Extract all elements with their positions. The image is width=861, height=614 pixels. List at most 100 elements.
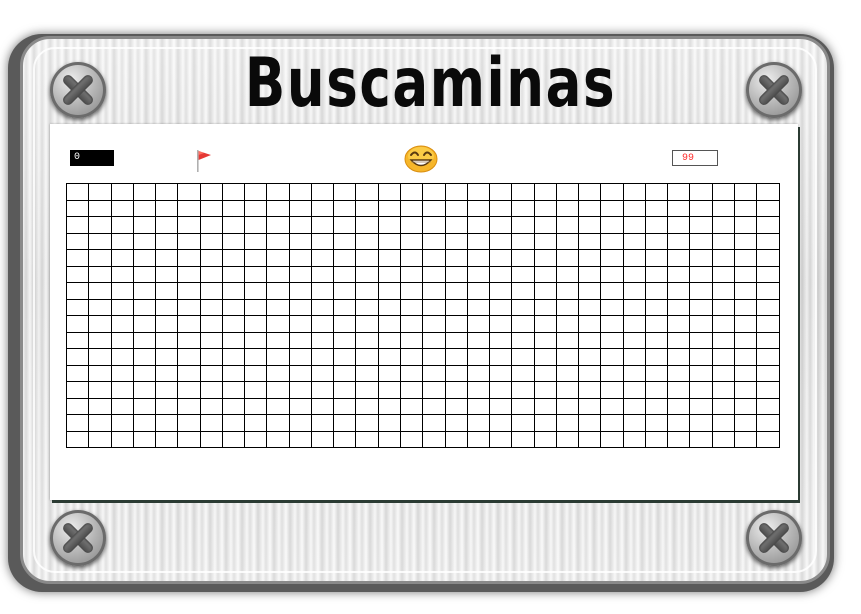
grid-cell[interactable] — [289, 200, 312, 217]
grid-cell[interactable] — [690, 431, 713, 448]
grid-cell[interactable] — [178, 382, 201, 399]
grid-cell[interactable] — [400, 184, 424, 201]
grid-cell[interactable] — [133, 200, 157, 217]
grid-cell[interactable] — [222, 233, 246, 250]
grid-cell[interactable] — [89, 266, 112, 283]
grid-cell[interactable] — [400, 266, 424, 283]
grid-cell[interactable] — [178, 233, 201, 250]
grid-cell[interactable] — [579, 217, 602, 234]
grid-cell[interactable] — [356, 316, 379, 333]
grid-cell[interactable] — [334, 398, 357, 415]
grid-cell[interactable] — [579, 233, 602, 250]
grid-cell[interactable] — [111, 266, 134, 283]
grid-cell[interactable] — [490, 299, 513, 316]
grid-cell[interactable] — [534, 365, 557, 382]
grid-cell[interactable] — [156, 332, 179, 349]
grid-cell[interactable] — [67, 283, 90, 300]
grid-cell[interactable] — [467, 316, 491, 333]
grid-cell[interactable] — [556, 332, 580, 349]
grid-cell[interactable] — [111, 332, 134, 349]
grid-cell[interactable] — [156, 382, 179, 399]
grid-cell[interactable] — [200, 283, 223, 300]
grid-cell[interactable] — [378, 250, 401, 267]
grid-cell[interactable] — [289, 250, 312, 267]
grid-cell[interactable] — [356, 332, 379, 349]
grid-cell[interactable] — [556, 398, 580, 415]
grid-cell[interactable] — [712, 283, 735, 300]
grid-cell[interactable] — [178, 250, 201, 267]
grid-cell[interactable] — [356, 200, 379, 217]
grid-cell[interactable] — [445, 200, 468, 217]
grid-cell[interactable] — [645, 415, 669, 432]
grid-cell[interactable] — [734, 200, 758, 217]
grid-cell[interactable] — [200, 200, 223, 217]
grid-cell[interactable] — [512, 184, 535, 201]
grid-cell[interactable] — [579, 299, 602, 316]
grid-cell[interactable] — [311, 365, 335, 382]
grid-cell[interactable] — [556, 250, 580, 267]
grid-cell[interactable] — [690, 415, 713, 432]
grid-cell[interactable] — [467, 283, 491, 300]
grid-cell[interactable] — [512, 299, 535, 316]
grid-cell[interactable] — [289, 266, 312, 283]
grid-cell[interactable] — [67, 349, 90, 366]
grid-cell[interactable] — [67, 250, 90, 267]
grid-cell[interactable] — [601, 299, 624, 316]
grid-cell[interactable] — [334, 365, 357, 382]
grid-cell[interactable] — [512, 250, 535, 267]
grid-cell[interactable] — [668, 316, 691, 333]
grid-cell[interactable] — [178, 316, 201, 333]
grid-cell[interactable] — [133, 217, 157, 234]
grid-cell[interactable] — [133, 382, 157, 399]
grid-cell[interactable] — [200, 250, 223, 267]
grid-cell[interactable] — [378, 332, 401, 349]
grid-cell[interactable] — [378, 431, 401, 448]
grid-cell[interactable] — [423, 200, 446, 217]
grid-cell[interactable] — [156, 200, 179, 217]
grid-cell[interactable] — [534, 316, 557, 333]
grid-cell[interactable] — [601, 316, 624, 333]
grid-cell[interactable] — [668, 332, 691, 349]
grid-cell[interactable] — [734, 431, 758, 448]
grid-cell[interactable] — [200, 332, 223, 349]
grid-cell[interactable] — [156, 283, 179, 300]
grid-cell[interactable] — [579, 316, 602, 333]
grid-cell[interactable] — [490, 332, 513, 349]
grid-cell[interactable] — [156, 365, 179, 382]
grid-cell[interactable] — [356, 299, 379, 316]
grid-cell[interactable] — [356, 382, 379, 399]
grid-cell[interactable] — [400, 431, 424, 448]
grid-cell[interactable] — [423, 217, 446, 234]
grid-cell[interactable] — [712, 250, 735, 267]
grid-cell[interactable] — [668, 283, 691, 300]
grid-cell[interactable] — [601, 266, 624, 283]
grid-cell[interactable] — [623, 233, 646, 250]
grid-cell[interactable] — [601, 217, 624, 234]
grid-cell[interactable] — [556, 415, 580, 432]
grid-cell[interactable] — [356, 349, 379, 366]
grid-cell[interactable] — [89, 200, 112, 217]
grid-cell[interactable] — [178, 266, 201, 283]
grid-cell[interactable] — [757, 398, 780, 415]
grid-cell[interactable] — [133, 233, 157, 250]
grid-cell[interactable] — [67, 200, 90, 217]
grid-cell[interactable] — [400, 382, 424, 399]
grid-cell[interactable] — [245, 415, 268, 432]
grid-cell[interactable] — [67, 332, 90, 349]
grid-cell[interactable] — [712, 382, 735, 399]
grid-cell[interactable] — [222, 266, 246, 283]
grid-cell[interactable] — [334, 283, 357, 300]
grid-cell[interactable] — [156, 184, 179, 201]
grid-cell[interactable] — [400, 316, 424, 333]
grid-cell[interactable] — [111, 299, 134, 316]
grid-cell[interactable] — [200, 266, 223, 283]
grid-cell[interactable] — [178, 184, 201, 201]
grid-cell[interactable] — [311, 415, 335, 432]
grid-cell[interactable] — [111, 250, 134, 267]
grid-cell[interactable] — [512, 316, 535, 333]
grid-cell[interactable] — [757, 250, 780, 267]
grid-cell[interactable] — [757, 200, 780, 217]
grid-cell[interactable] — [512, 200, 535, 217]
grid-cell[interactable] — [400, 283, 424, 300]
grid-cell[interactable] — [512, 266, 535, 283]
